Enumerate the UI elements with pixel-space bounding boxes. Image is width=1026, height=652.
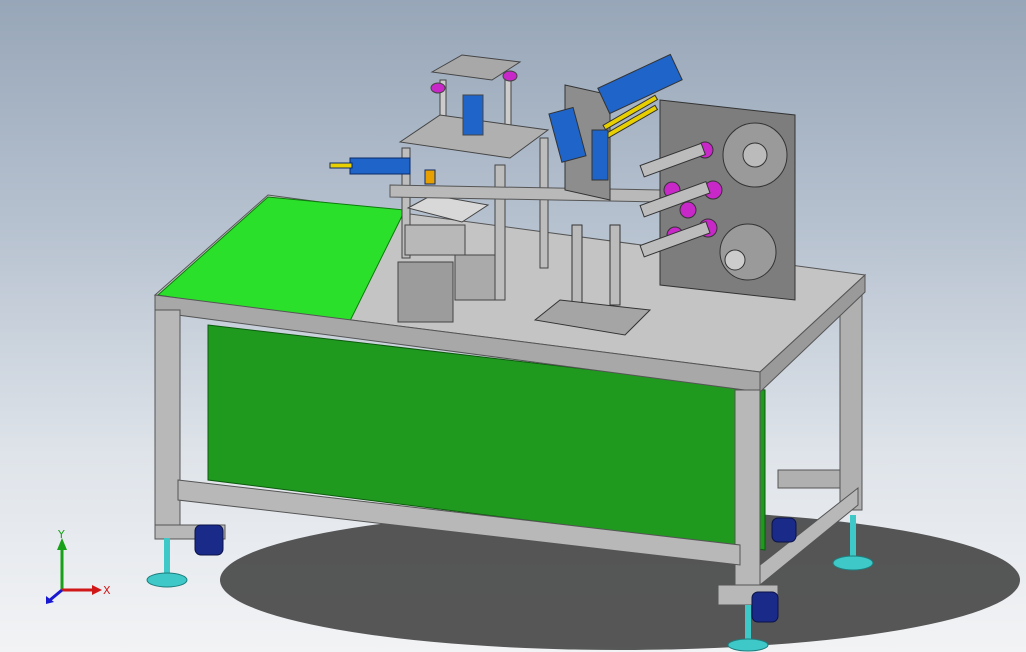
- x-axis-arrow: [62, 585, 102, 595]
- coordinate-triad: Y X: [46, 530, 111, 604]
- machine-3d-model[interactable]: [0, 0, 1026, 652]
- y-axis-label: Y: [57, 530, 65, 541]
- cad-viewport[interactable]: Y X: [0, 0, 1026, 652]
- z-axis-arrow: [46, 588, 63, 604]
- left-actuator: [329, 157, 436, 185]
- y-axis-arrow: [57, 538, 67, 590]
- x-axis-label: X: [103, 584, 111, 597]
